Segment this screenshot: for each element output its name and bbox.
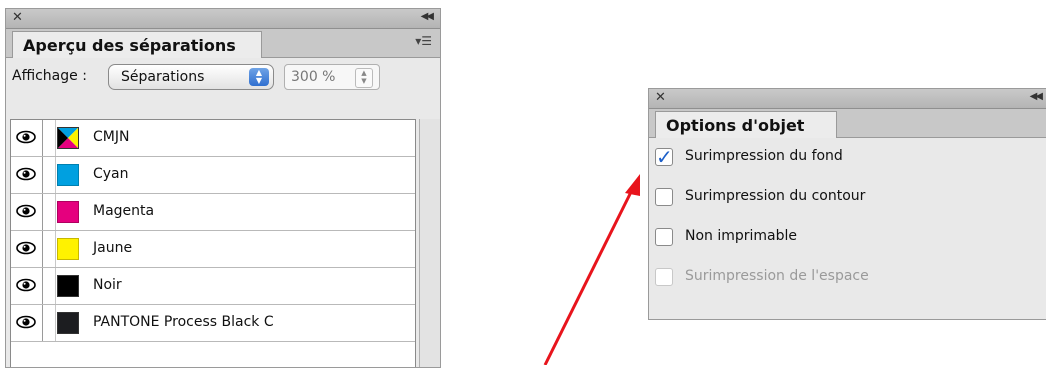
overprint-gap-checkbox [655,268,673,286]
cmyk-swatch-icon [57,127,79,149]
separation-name: Jaune [93,240,133,256]
separations-panel: ✕ ◀◀ Aperçu des séparations ▾☰ Affichage… [5,8,441,368]
separation-row[interactable]: Noir [11,268,415,305]
eye-icon[interactable] [11,194,43,230]
non-printing-checkbox[interactable] [655,228,673,246]
eye-icon[interactable] [11,305,43,341]
object-options-panel: ✕ ◀◀ Options d'objet ✓ Surimpression du … [648,88,1046,320]
option-label: Surimpression du fond [685,148,843,164]
panel-tab-row: Aperçu des séparations ▾☰ [6,29,440,58]
eye-icon[interactable] [11,268,43,304]
view-select[interactable]: Séparations ▲ ▼ [108,64,274,90]
separation-row[interactable]: Cyan [11,157,415,194]
zoom-stepper-icon[interactable]: ▲ ▼ [355,68,373,88]
separation-name: Magenta [93,203,155,219]
separation-row[interactable]: PANTONE Process Black C [11,305,415,342]
option-label: Non imprimable [685,228,798,244]
view-label: Affichage : [12,68,87,84]
color-swatch [57,164,79,186]
separation-name: Cyan [93,166,129,182]
close-icon[interactable]: ✕ [12,10,23,25]
separation-row[interactable]: Jaune [11,231,415,268]
panel-titlebar: ✕ ◀◀ [6,9,440,29]
close-icon[interactable]: ✕ [655,90,666,105]
overprint-stroke-checkbox[interactable] [655,188,673,206]
eye-icon[interactable] [11,120,43,156]
option-row: ✓ Surimpression du fond [649,138,1046,178]
list-scrollbar[interactable] [419,119,440,367]
collapse-icon[interactable]: ◀◀ [1030,91,1043,102]
checkmark-icon: ✓ [656,145,673,169]
option-row: Surimpression du contour [649,178,1046,218]
separations-list: CMJN Cyan Magenta Jaune Noir PANTONE Pro… [10,119,416,367]
color-swatch [57,238,79,260]
zoom-value: 300 % [291,69,336,85]
option-row: Surimpression de l'espace [649,258,1046,298]
option-label: Surimpression de l'espace [685,268,869,284]
option-row: Non imprimable [649,218,1046,258]
color-swatch [57,275,79,297]
separation-name: CMJN [93,129,130,145]
separation-name: Noir [93,277,122,293]
panel-titlebar: ✕ ◀◀ [649,89,1046,109]
panel-menu-icon[interactable]: ▾☰ [415,34,432,48]
collapse-icon[interactable]: ◀◀ [421,11,434,22]
overprint-fill-checkbox[interactable]: ✓ [655,145,673,169]
tab-object-options[interactable]: Options d'objet [655,111,837,138]
separation-row[interactable]: Magenta [11,194,415,231]
zoom-field[interactable]: 300 % ▲ ▼ [284,64,380,90]
option-label: Surimpression du contour [685,188,866,204]
separation-row[interactable]: CMJN [11,120,415,157]
panel-tab-row: Options d'objet [649,109,1046,138]
eye-icon[interactable] [11,231,43,267]
color-swatch [57,201,79,223]
tab-separations-preview[interactable]: Aperçu des séparations [12,31,262,58]
eye-icon[interactable] [11,157,43,193]
view-options-row: Affichage : Séparations ▲ ▼ 300 % ▲ ▼ [6,58,440,98]
view-select-value: Séparations [121,69,205,85]
separation-name: PANTONE Process Black C [93,314,274,330]
select-stepper-icon: ▲ ▼ [249,68,269,86]
color-swatch [57,312,79,334]
